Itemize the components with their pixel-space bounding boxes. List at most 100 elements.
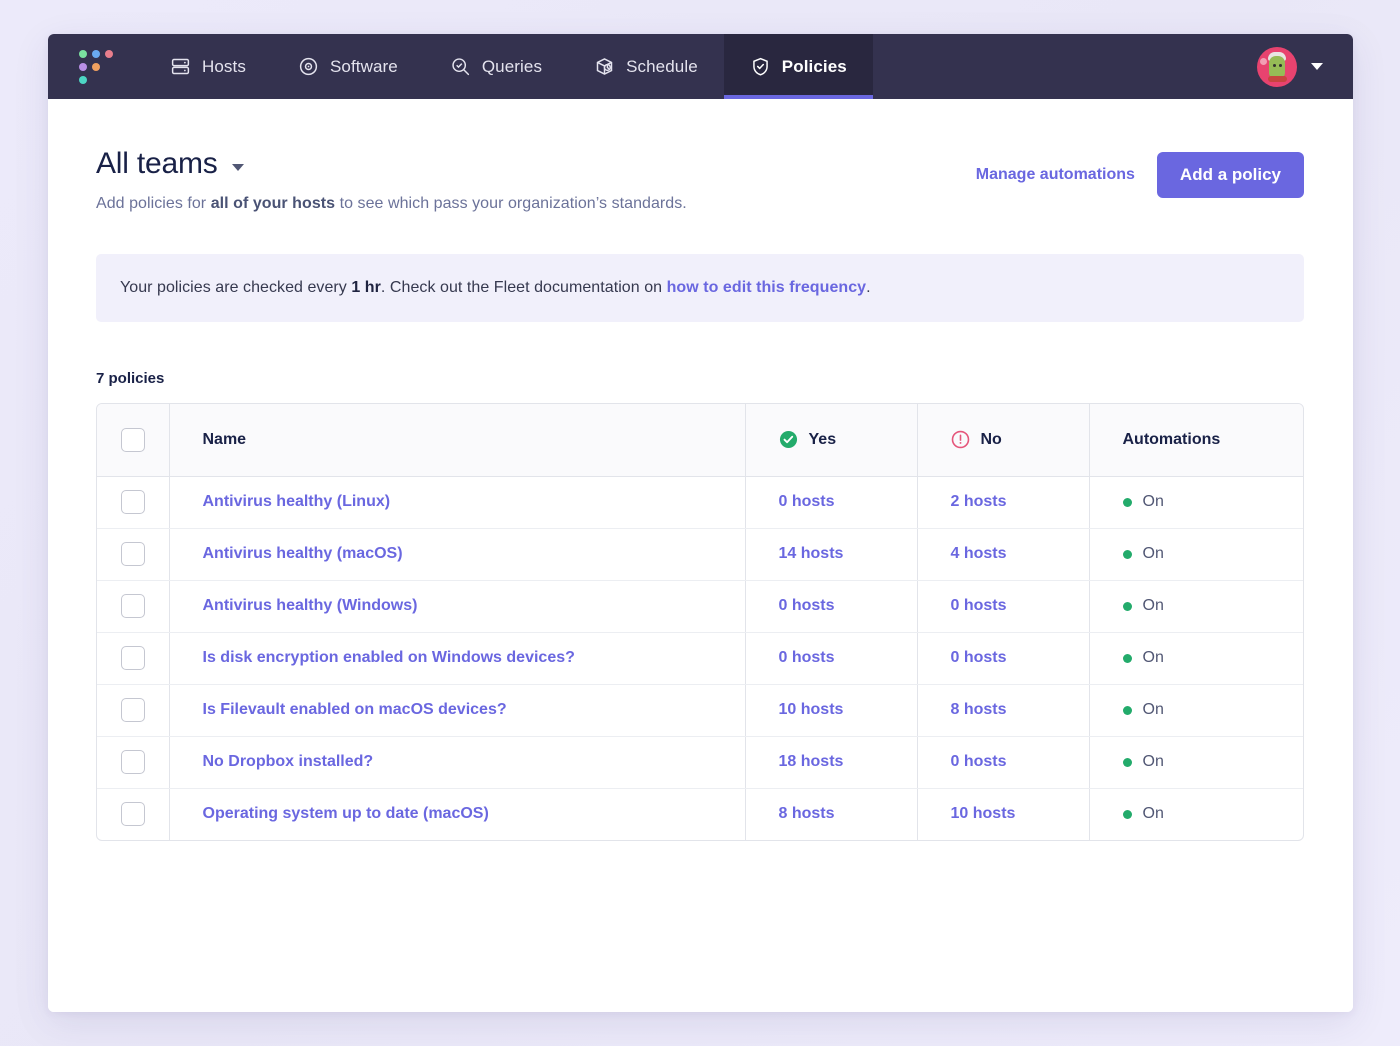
no-hosts-link[interactable]: 10 hosts (951, 805, 1016, 822)
row-name-cell: Is Filevault enabled on macOS devices? (169, 684, 745, 737)
table-row[interactable]: Operating system up to date (macOS) 8 hos… (97, 788, 1303, 840)
policy-name-link[interactable]: Antivirus healthy (Linux) (203, 493, 391, 510)
header-cell-automations[interactable]: Automations (1088, 404, 1303, 477)
no-hosts-link[interactable]: 4 hosts (951, 545, 1007, 562)
policy-name-link[interactable]: No Dropbox installed? (203, 753, 374, 770)
no-hosts-link[interactable]: 8 hosts (951, 701, 1007, 718)
box-clock-icon (596, 58, 613, 75)
header-cell-select (97, 404, 170, 477)
nav-item-hosts[interactable]: Hosts (144, 34, 272, 99)
status-dot-icon (1122, 653, 1132, 663)
policies-count-label: 7 policies (96, 370, 165, 387)
yes-hosts-link[interactable]: 8 hosts (779, 805, 835, 822)
fleet-logo[interactable] (48, 34, 144, 99)
table-row[interactable]: Antivirus healthy (Windows) 0 hosts 0 host… (97, 580, 1303, 633)
banner-frequency-value: 1 hr (351, 279, 381, 296)
no-hosts-link[interactable]: 0 hosts (951, 649, 1007, 666)
nav-item-queries[interactable]: Queries (424, 34, 568, 99)
policy-name-link[interactable]: Is Filevault enabled on macOS devices? (203, 701, 507, 718)
row-checkbox[interactable] (121, 490, 145, 514)
row-yes-cell: 0 hosts (745, 580, 917, 633)
row-select-cell (97, 476, 169, 529)
row-select-cell (97, 736, 169, 789)
column-header-yes: Yes (808, 430, 837, 448)
row-select-cell (97, 528, 169, 581)
row-automations-cell: On (1089, 736, 1303, 789)
nav-item-software[interactable]: Software (272, 34, 424, 99)
header-cell-yes[interactable]: Yes (744, 404, 917, 477)
yes-hosts-link[interactable]: 0 hosts (779, 493, 835, 510)
table-header-row: Name Yes No Automations (97, 404, 1303, 477)
page-body: All teams Add policies for all of your h… (48, 99, 1353, 1012)
subtitle-suffix: to see which pass your organization’s st… (335, 195, 687, 212)
policy-name-link[interactable]: Operating system up to date (macOS) (203, 805, 489, 822)
yes-hosts-link[interactable]: 10 hosts (779, 701, 844, 718)
row-name-cell: No Dropbox installed? (169, 736, 745, 789)
user-avatar[interactable] (1257, 46, 1297, 87)
row-no-cell: 4 hosts (917, 528, 1089, 581)
row-checkbox[interactable] (121, 646, 145, 670)
manage-automations-button[interactable]: Manage automations (976, 166, 1135, 184)
alert-circle-icon (951, 430, 969, 449)
no-hosts-link[interactable]: 2 hosts (951, 493, 1007, 510)
table-row[interactable]: Is Filevault enabled on macOS devices? 10… (97, 684, 1303, 737)
yes-hosts-link[interactable]: 18 hosts (779, 753, 844, 770)
row-checkbox[interactable] (121, 750, 145, 774)
nav-label-hosts: Hosts (202, 56, 246, 76)
table-row[interactable]: Antivirus healthy (Linux) 0 hosts 2 hosts O… (97, 476, 1303, 529)
row-checkbox[interactable] (121, 698, 145, 722)
row-checkbox[interactable] (121, 542, 145, 566)
row-no-cell: 10 hosts (917, 788, 1089, 840)
nav-item-schedule[interactable]: Schedule (568, 34, 724, 99)
yes-hosts-link[interactable]: 0 hosts (779, 649, 835, 666)
banner-text-suffix: . (866, 279, 871, 296)
banner-text-prefix: Your policies are checked every (120, 279, 352, 296)
row-name-cell: Antivirus healthy (Linux) (169, 476, 745, 529)
row-checkbox[interactable] (121, 802, 145, 827)
header-cell-no[interactable]: No (916, 404, 1089, 477)
policies-table: Name Yes No Automations Antivirus health… (97, 404, 1303, 840)
row-name-cell: Operating system up to date (macOS) (169, 788, 745, 840)
policies-table-container: Name Yes No Automations Antivirus health… (96, 403, 1304, 841)
row-no-cell: 8 hosts (917, 684, 1089, 737)
disc-icon (299, 57, 318, 76)
team-selector[interactable]: All teams (96, 147, 687, 181)
row-yes-cell: 8 hosts (745, 788, 917, 840)
column-header-automations: Automations (1122, 430, 1221, 448)
select-all-checkbox[interactable] (121, 427, 145, 452)
table-body: Antivirus healthy (Linux) 0 hosts 2 hosts O… (97, 476, 1303, 840)
table-row[interactable]: Is disk encryption enabled on Windows de… (97, 632, 1303, 685)
policy-name-link[interactable]: Antivirus healthy (Windows) (203, 597, 418, 614)
nav-item-policies[interactable]: Policies (723, 34, 873, 99)
row-name-cell: Antivirus healthy (Windows) (169, 580, 745, 633)
row-automations-cell: On (1089, 684, 1303, 737)
policy-name-link[interactable]: Antivirus healthy (macOS) (203, 545, 403, 562)
yes-hosts-link[interactable]: 0 hosts (779, 597, 835, 614)
no-hosts-link[interactable]: 0 hosts (951, 753, 1007, 770)
row-checkbox[interactable] (121, 594, 145, 618)
yes-hosts-link[interactable]: 14 hosts (779, 545, 844, 562)
fleet-logo-dots (79, 49, 113, 84)
nav-label-queries: Queries (481, 56, 543, 76)
table-row[interactable]: Antivirus healthy (macOS) 14 hosts 4 hosts… (97, 528, 1303, 581)
automation-status: On (1142, 701, 1164, 718)
automation-status: On (1142, 597, 1164, 614)
subtitle-prefix: Add policies for (96, 195, 211, 212)
row-select-cell (97, 580, 169, 633)
nav-label-software: Software (329, 56, 398, 76)
row-no-cell: 0 hosts (917, 632, 1089, 685)
row-select-cell (97, 788, 169, 840)
policy-name-link[interactable]: Is disk encryption enabled on Windows de… (203, 649, 575, 666)
status-dot-icon (1122, 757, 1132, 767)
add-policy-button[interactable]: Add a policy (1156, 152, 1304, 198)
chevron-down-icon[interactable] (231, 163, 244, 171)
page-title: All teams (96, 147, 218, 180)
user-menu[interactable] (1257, 34, 1353, 99)
page-header-left: All teams Add policies for all of your h… (96, 147, 687, 213)
table-row[interactable]: No Dropbox installed? 18 hosts 0 hosts On (97, 736, 1303, 789)
chevron-down-icon[interactable] (1311, 63, 1323, 70)
row-yes-cell: 0 hosts (745, 476, 917, 529)
header-cell-name[interactable]: Name (169, 404, 745, 477)
no-hosts-link[interactable]: 0 hosts (951, 597, 1007, 614)
edit-frequency-link[interactable]: how to edit this frequency (667, 279, 867, 296)
